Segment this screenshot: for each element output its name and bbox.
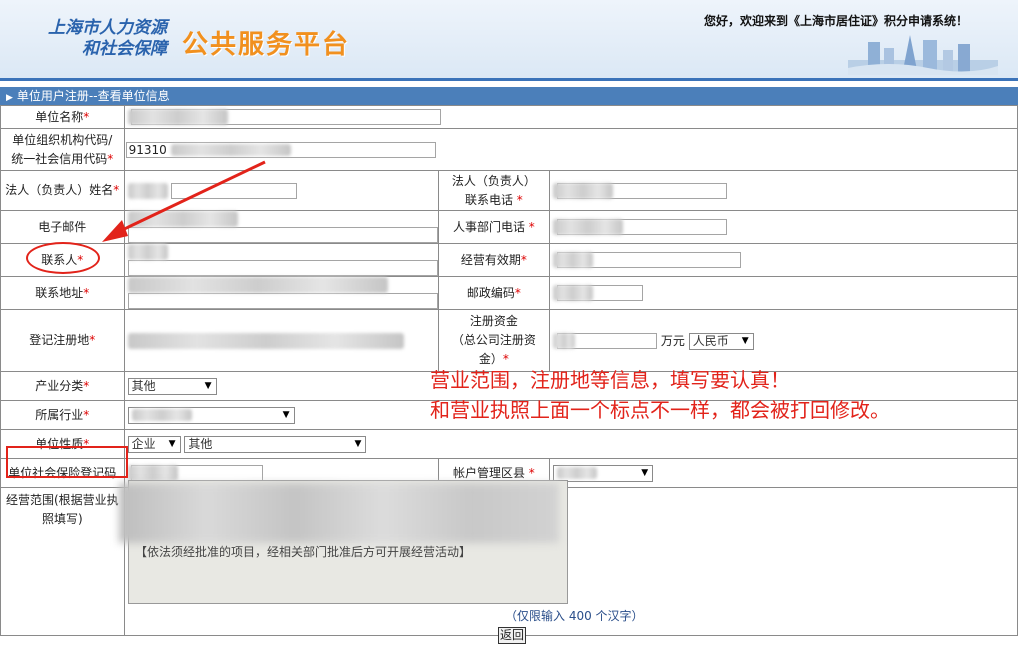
annotation-line-2: 和营业执照上面一个标点不一样，都会被打回修改。: [430, 398, 890, 422]
back-button[interactable]: 返回: [498, 627, 526, 644]
org-code-label: 单位组织机构代码/统一社会信用代码*: [0, 128, 125, 171]
redacted-value: [127, 332, 404, 349]
redacted-value: [119, 483, 559, 543]
legal-name-input[interactable]: [171, 182, 298, 199]
logo-text: 上海市人力资源 和社会保障: [48, 18, 167, 60]
nature-select[interactable]: 企业 ▼: [127, 435, 181, 453]
industry-select[interactable]: ▼: [127, 406, 295, 424]
row-email: 电子邮件 人事部门电话 *: [0, 210, 1018, 244]
redacted-value: [127, 277, 388, 293]
redacted-value: [127, 465, 178, 481]
redacted-value: [553, 285, 594, 301]
industry-label: 所属行业*: [0, 400, 125, 430]
char-limit-hint: （仅限输入 400 个汉字）: [505, 609, 644, 623]
chevron-down-icon: ▼: [168, 438, 176, 449]
row-nature: 单位性质* 企业 ▼ 其他 ▼: [0, 429, 1018, 459]
redacted-value: [131, 409, 192, 421]
industry-cat-label: 产业分类*: [0, 371, 125, 401]
chevron-down-icon: ▼: [204, 380, 212, 391]
scope-text: 【依法须经批准的项目，经相关部门批准后方可开展经营活动】: [135, 545, 472, 559]
platform-title: 公共服务平台: [182, 30, 351, 60]
nature-sub-select[interactable]: 其他 ▼: [184, 435, 367, 453]
chevron-down-icon: ▼: [354, 438, 362, 449]
social-code-highlight-box: [6, 446, 128, 478]
redacted-value: [553, 333, 576, 349]
address-label: 联系地址*: [0, 276, 125, 310]
section-title: 单位用户注册--查看单位信息: [16, 89, 170, 103]
section-title-bar: ▶ 单位用户注册--查看单位信息: [0, 87, 1018, 105]
email-label: 电子邮件: [0, 210, 125, 244]
email-input[interactable]: [127, 227, 438, 243]
redacted-value: [553, 182, 614, 199]
site-header: 上海市人力资源 和社会保障 公共服务平台 您好，欢迎来到《上海市居住证》积分申请…: [0, 0, 1018, 81]
redacted-value: [127, 244, 168, 260]
row-address: 联系地址* 邮政编码*: [0, 276, 1018, 310]
legal-phone-label: 法人（负责人） 联系电话 *: [437, 170, 551, 211]
row-unit-name: 单位名称*: [0, 105, 1018, 129]
welcome-message: 您好，欢迎来到《上海市居住证》积分申请系统！: [703, 14, 968, 28]
scope-textarea[interactable]: 【依法须经批准的项目，经相关部门批准后方可开展经营活动】: [119, 480, 568, 604]
chevron-down-icon: ▼: [741, 335, 749, 346]
redacted-value: [127, 211, 238, 227]
row-reg-place: 登记注册地* 注册资金 （总公司注册资 金）* 万元 人民币 ▼: [0, 309, 1018, 372]
redacted-value: [553, 219, 624, 235]
logo-line-1: 上海市人力资源: [48, 18, 167, 38]
hr-phone-label: 人事部门电话 *: [437, 210, 551, 244]
address-input[interactable]: [127, 293, 438, 309]
redacted-value: [553, 252, 594, 268]
row-org-code: 单位组织机构代码/统一社会信用代码* 91310: [0, 128, 1018, 171]
scope-label: 经营范围(根据营业执 照填写): [0, 487, 125, 636]
redacted-value: [127, 182, 168, 199]
contact-input[interactable]: [127, 260, 438, 276]
validity-label: 经营有效期*: [437, 243, 551, 277]
industry-cat-select[interactable]: 其他 ▼: [127, 377, 217, 395]
logo-line-2: 和社会保障: [82, 39, 167, 59]
reg-place-label: 登记注册地*: [0, 309, 125, 372]
skyline-icon: [848, 35, 998, 75]
currency-select[interactable]: 人民币 ▼: [688, 332, 754, 350]
redacted-value: [557, 467, 598, 479]
district-select[interactable]: ▼: [553, 464, 654, 482]
legal-name-label: 法人（负责人）姓名*: [0, 170, 125, 211]
capital-unit: 万元: [660, 333, 685, 348]
org-code-input[interactable]: 91310: [125, 141, 436, 158]
row-legal: 法人（负责人）姓名* 法人（负责人） 联系电话 *: [0, 170, 1018, 211]
annotation-line-1: 营业范围，注册地等信息，填写要认真！: [430, 368, 790, 392]
row-contact: 联系人* 经营有效期*: [0, 243, 1018, 277]
contact-highlight-circle: [26, 242, 100, 274]
chevron-down-icon: ▼: [282, 409, 290, 420]
unit-name-label: 单位名称*: [0, 105, 125, 129]
capital-label: 注册资金 （总公司注册资 金）*: [437, 309, 551, 372]
redacted-value: [127, 109, 228, 125]
redacted-value: [170, 144, 291, 156]
postcode-label: 邮政编码*: [437, 276, 551, 310]
chevron-down-icon: ▼: [641, 467, 649, 478]
